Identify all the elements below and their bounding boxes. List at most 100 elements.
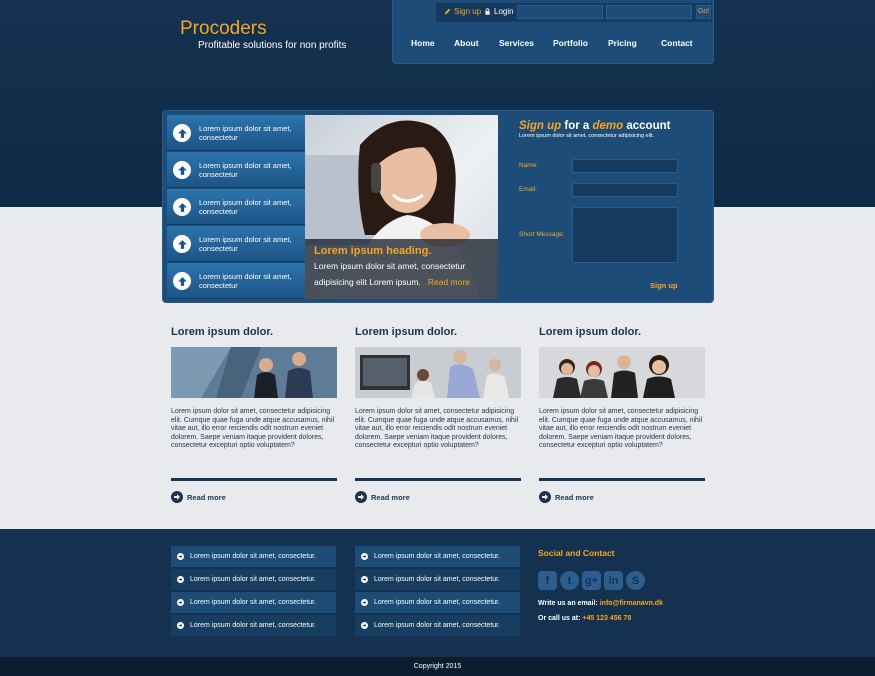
read-more-label: Read more [371,492,410,502]
column-text: Lorem ipsum dolor sit amet, consectetur … [171,408,335,450]
hero-side-item[interactable]: Lorem ipsum dolor sit amet, consectetur [167,152,305,188]
phone-label: Or call us at: [538,615,583,622]
hero-caption-text: Lorem ipsum dolor sit amet, consectetur … [314,258,489,290]
column-title: Lorem ipsum dolor. [171,326,274,338]
column-divider [539,478,705,481]
signup-form-title: Sign up for a demo account [519,120,709,132]
hero-read-more-link[interactable]: Read more [428,277,470,287]
content-column: Lorem ipsum dolor. Lorem ipsum dolor sit… [171,326,337,503]
footer-link[interactable]: Lorem ipsum dolor sit amet, consectetur. [171,546,336,567]
footer-link[interactable]: Lorem ipsum dolor sit amet, consectetur. [355,592,520,613]
nav-about[interactable]: About [454,38,479,48]
google-plus-icon[interactable]: g+ [582,571,601,590]
logo-title[interactable]: Procoders [180,18,346,40]
footer-link[interactable]: Lorem ipsum dolor sit amet, consectetur. [355,569,520,590]
lock-icon [485,8,490,15]
signup-submit-button[interactable]: Sign up [650,281,678,290]
phone-line: Or call us at: +45 123 456 78 [538,615,631,622]
footer-link-label: Lorem ipsum dolor sit amet, consectetur. [190,622,317,629]
footer-link[interactable]: Lorem ipsum dolor sit amet, consectetur. [171,569,336,590]
column-title: Lorem ipsum dolor. [355,326,458,338]
arrow-circle-right-icon [361,553,368,560]
hero-caption-heading: Lorem ipsum heading. [314,245,432,257]
footer-link[interactable]: Lorem ipsum dolor sit amet, consectetur. [171,592,336,613]
hero-side-item[interactable]: Lorem ipsum dolor sit amet, consectetur [167,263,305,299]
arrow-circle-right-icon [171,491,183,503]
footer-link[interactable]: Lorem ipsum dolor sit amet, consectetur. [355,546,520,567]
signup-form-subtitle: Lorem ipsum dolor sit amet, consectetur … [519,133,655,139]
content-column: Lorem ipsum dolor. Lorem ipsum dolor sit… [355,326,521,503]
signup-form: Sign up for a demo account Lorem ipsum d… [519,120,709,290]
name-label: Name: [519,162,539,169]
read-more-label: Read more [555,492,594,502]
arrow-circle-right-icon [355,491,367,503]
content-column: Lorem ipsum dolor. Lorem ipsum dolor sit… [539,326,705,503]
column-text: Lorem ipsum dolor sit amet, consectetur … [539,408,703,450]
hero-side-text: Lorem ipsum dolor sit amet, consectetur [199,198,292,216]
arrow-circle-right-icon [361,599,368,606]
nav-pricing[interactable]: Pricing [608,38,637,48]
footer-link-list: Lorem ipsum dolor sit amet, consectetur.… [355,546,520,638]
footer: Lorem ipsum dolor sit amet, consectetur.… [0,529,875,657]
login-link-label: Login [494,7,514,16]
footer-link[interactable]: Lorem ipsum dolor sit amet, consectetur. [171,615,336,636]
hero-photo: Lorem ipsum heading. Lorem ipsum dolor s… [305,115,498,299]
signup-title-part: Sign up [519,120,562,132]
facebook-icon[interactable]: f [538,571,557,590]
hero-side-text: Lorem ipsum dolor sit amet, consectetur [199,272,292,290]
column-divider [171,478,337,481]
nav-home[interactable]: Home [411,38,435,48]
logo[interactable]: Procoders Profitable solutions for non p… [180,18,346,52]
signup-title-part: for a [561,120,593,132]
signup-title-part: demo [592,120,624,132]
nav-portfolio[interactable]: Portfolio [553,38,588,48]
read-more-link[interactable]: Read more [539,491,594,503]
arrow-circle-right-icon [361,622,368,629]
footer-link[interactable]: Lorem ipsum dolor sit amet, consectetur. [355,615,520,636]
message-field[interactable] [572,207,678,263]
footer-link-label: Lorem ipsum dolor sit amet, consectetur. [190,553,317,560]
read-more-link[interactable]: Read more [171,491,226,503]
footer-link-label: Lorem ipsum dolor sit amet, consectetur. [190,599,317,606]
arrow-up-icon [173,161,191,179]
arrow-circle-right-icon [177,576,184,583]
twitter-icon[interactable]: t [560,571,579,590]
email-link[interactable]: info@firmanavn.dk [600,600,663,607]
nav-services[interactable]: Services [499,38,534,48]
message-label: Short Message: [519,231,565,238]
username-input[interactable] [517,5,603,19]
arrow-up-icon [173,272,191,290]
signup-link[interactable]: Sign up [444,7,481,16]
go-button[interactable]: Go! [696,5,711,19]
column-divider [355,478,521,481]
arrow-circle-right-icon [177,599,184,606]
footer-link-label: Lorem ipsum dolor sit amet, consectetur. [374,576,501,583]
footer-link-label: Lorem ipsum dolor sit amet, consectetur. [374,599,501,606]
nav-contact[interactable]: Contact [661,38,693,48]
linkedin-icon[interactable]: in [604,571,623,590]
arrow-up-icon [173,235,191,253]
skype-icon[interactable]: S [626,571,645,590]
footer-link-label: Lorem ipsum dolor sit amet, consectetur. [374,553,501,560]
hero-side-text: Lorem ipsum dolor sit amet, consectetur [199,235,292,253]
password-input[interactable] [606,5,692,19]
email-field[interactable] [572,183,678,197]
read-more-label: Read more [187,492,226,502]
social-icons: f t g+ in S [538,571,645,590]
arrow-up-icon [173,124,191,142]
group-portrait-photo [539,347,705,398]
login-link[interactable]: Login [484,7,514,16]
footer-link-label: Lorem ipsum dolor sit amet, consectetur. [190,576,317,583]
hero-side-item[interactable]: Lorem ipsum dolor sit amet, consectetur [167,115,305,151]
social-title: Social and Contact [538,548,615,558]
read-more-link[interactable]: Read more [355,491,410,503]
top-strip: Sign up Login Go! [436,3,712,22]
hero-side-item[interactable]: Lorem ipsum dolor sit amet, consectetur [167,226,305,262]
hero-side-text: Lorem ipsum dolor sit amet, consectetur [199,161,292,179]
copyright: Copyright 2015 [0,657,875,676]
hero-side-item[interactable]: Lorem ipsum dolor sit amet, consectetur [167,189,305,225]
pencil-icon [444,8,451,15]
arrow-circle-right-icon [361,576,368,583]
phone-link[interactable]: +45 123 456 78 [582,615,631,622]
name-field[interactable] [572,159,678,173]
